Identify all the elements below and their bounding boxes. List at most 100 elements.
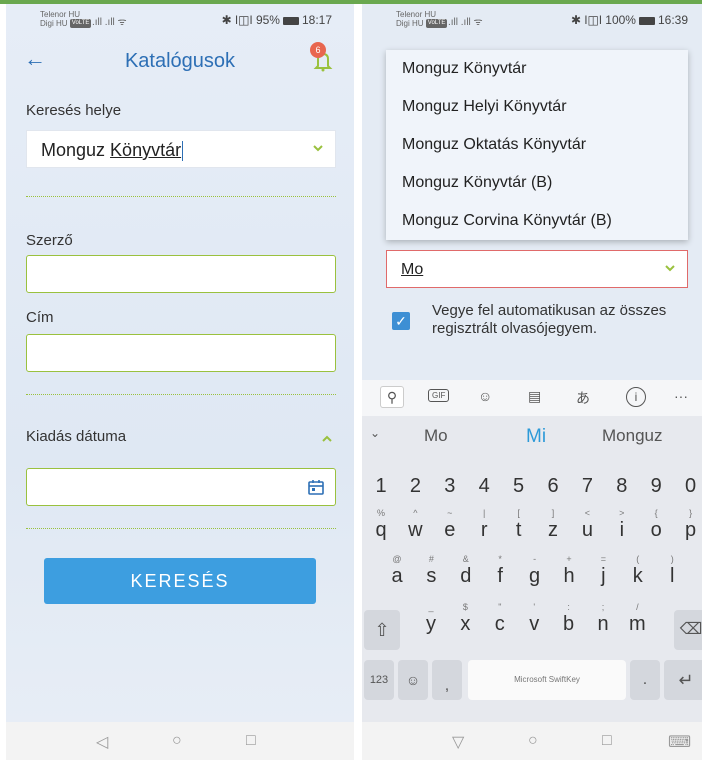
space-key[interactable]: Microsoft SwiftKey <box>468 660 626 700</box>
key-f[interactable]: * f <box>483 554 517 598</box>
key-h[interactable]: + h <box>552 554 586 598</box>
nav-back-icon[interactable]: ◁ <box>96 732 108 752</box>
key-q[interactable]: % q <box>364 508 398 552</box>
key-i[interactable]: > i <box>605 508 639 552</box>
status-right: ✱ ǀ◫ǀ 95% 18:17 <box>222 13 332 27</box>
key-alt-label: ^ <box>413 508 418 518</box>
key-alt-label: : <box>567 602 570 612</box>
nav-recent-icon[interactable]: □ <box>602 732 612 750</box>
chevron-up-icon[interactable] <box>320 432 334 446</box>
key-m[interactable]: / m <box>620 602 654 646</box>
key-label: x <box>460 613 471 635</box>
key-label: m <box>629 613 646 635</box>
publication-date-section[interactable]: Kiadás dátuma <box>26 428 126 445</box>
key-t[interactable]: [t <box>502 508 536 552</box>
key-alt-label: ~ <box>447 508 453 518</box>
key-8[interactable]: 8 <box>605 464 639 508</box>
search-button[interactable]: KERESÉS <box>44 558 316 604</box>
shift-key[interactable]: ⇧ <box>364 610 400 650</box>
keyboard-toggle-icon[interactable]: ⌨ <box>668 732 691 752</box>
date-input[interactable] <box>26 468 336 506</box>
suggestion[interactable]: Mi <box>526 426 546 448</box>
carrier-info: Telenor HU Digi HU VoLTE <box>40 10 92 29</box>
translate-icon[interactable]: あ <box>576 388 590 408</box>
key-4[interactable]: 4 <box>467 464 501 508</box>
key-z[interactable]: ] z <box>536 508 570 552</box>
key-u[interactable]: < u <box>570 508 604 552</box>
dropdown-option[interactable]: Monguz Corvina Könyvtár (B) <box>386 202 688 240</box>
key-9[interactable]: 9 <box>639 464 673 508</box>
search-icon[interactable]: ⚲ <box>380 386 404 408</box>
more-icon[interactable]: ··· <box>674 388 688 404</box>
library-input[interactable]: Mo <box>386 250 688 288</box>
key-n[interactable]: ; n <box>586 602 620 646</box>
nav-back-icon[interactable]: ▽ <box>452 732 464 752</box>
suggestion[interactable]: Monguz <box>602 426 662 446</box>
gif-icon[interactable]: GIF <box>428 389 450 402</box>
key-e[interactable]: ~ e <box>433 508 467 552</box>
dropdown-option[interactable]: Monguz Könyvtár <box>386 50 688 88</box>
status-right: ✱ ǀ◫ǀ 100% 16:39 <box>571 13 688 27</box>
key-label: l <box>669 565 675 587</box>
letter-row-q: % q ^ w ~ e | r[t] z < u > i{o} p <box>362 508 702 552</box>
key-label: f <box>497 565 503 587</box>
dropdown-option[interactable]: Monguz Könyvtár (B) <box>386 164 688 202</box>
author-input[interactable] <box>26 255 336 293</box>
author-label: Szerző <box>26 232 73 249</box>
nav-home-icon[interactable]: ○ <box>172 732 182 750</box>
nav-recent-icon[interactable]: □ <box>246 732 256 750</box>
period-key[interactable]: . <box>630 660 660 700</box>
key-w[interactable]: ^ w <box>398 508 432 552</box>
nav-home-icon[interactable]: ○ <box>528 732 538 750</box>
dropdown-option[interactable]: Monguz Helyi Könyvtár <box>386 88 688 126</box>
key-0[interactable]: 0 <box>674 464 702 508</box>
search-place-select[interactable]: Monguz Könyvtár <box>26 130 336 168</box>
signal-icon: .ıll .ıll ᯤ <box>92 17 127 28</box>
key-alt-label: # <box>428 554 434 564</box>
key-5[interactable]: 5 <box>502 464 536 508</box>
carrier-1: Telenor HU <box>396 10 437 19</box>
key-a[interactable]: @ a <box>380 554 414 598</box>
key-b[interactable]: :b <box>552 602 586 646</box>
key-x[interactable]: $ x <box>448 602 482 646</box>
key-2[interactable]: 2 <box>398 464 432 508</box>
key-3[interactable]: 3 <box>433 464 467 508</box>
key-7[interactable]: 7 <box>570 464 604 508</box>
key-g[interactable]: -g <box>518 554 552 598</box>
key-c[interactable]: " c <box>483 602 517 646</box>
key-s[interactable]: # s <box>414 554 448 598</box>
title-input[interactable] <box>26 334 336 372</box>
collapse-icon[interactable]: ⌄ <box>370 426 380 440</box>
dropdown-option[interactable]: Monguz Oktatás Könyvtár <box>386 126 688 164</box>
key-alt-label: + <box>566 554 572 564</box>
key-p[interactable]: } p <box>674 508 702 552</box>
enter-key[interactable]: ↵ <box>664 660 702 700</box>
key-d[interactable]: & d <box>449 554 483 598</box>
carrier-2: Digi HU <box>396 19 424 28</box>
key-r[interactable]: | r <box>467 508 501 552</box>
calendar-icon[interactable] <box>307 478 325 496</box>
key-1[interactable]: 1 <box>364 464 398 508</box>
info-icon[interactable]: i <box>626 387 646 407</box>
key-y[interactable]: _ y <box>414 602 448 646</box>
key-l[interactable]: ) l <box>655 554 689 598</box>
suggestion[interactable]: Mo <box>424 426 448 446</box>
notification-bell-icon[interactable]: 6 <box>310 42 336 74</box>
clipboard-icon[interactable]: ▤ <box>528 388 541 405</box>
emoji-key[interactable]: ☺ <box>398 660 428 700</box>
key-j[interactable]: = j <box>586 554 620 598</box>
comma-key[interactable]: , <box>432 660 462 700</box>
key-o[interactable]: {o <box>639 508 673 552</box>
left-screen: Telenor HU Digi HU VoLTE .ıll .ıll ᯤ ✱ ǀ◫… <box>6 4 354 760</box>
search-place-value-part2: Könyvtár <box>110 140 182 160</box>
carrier-info: Telenor HU Digi HU VoLTE <box>396 10 448 29</box>
key-k[interactable]: (k <box>621 554 655 598</box>
key-v[interactable]: ' v <box>517 602 551 646</box>
key-6[interactable]: 6 <box>536 464 570 508</box>
numbers-key[interactable]: 123 <box>364 660 394 700</box>
letter-row-a: @ a # s & d * f - g + h = j(k) l <box>362 554 702 598</box>
sticker-icon[interactable]: ☺ <box>478 388 492 404</box>
notification-badge: 6 <box>310 42 326 58</box>
backspace-key[interactable]: ⌫ <box>674 610 702 650</box>
auto-add-checkbox[interactable]: ✓ <box>392 312 410 330</box>
